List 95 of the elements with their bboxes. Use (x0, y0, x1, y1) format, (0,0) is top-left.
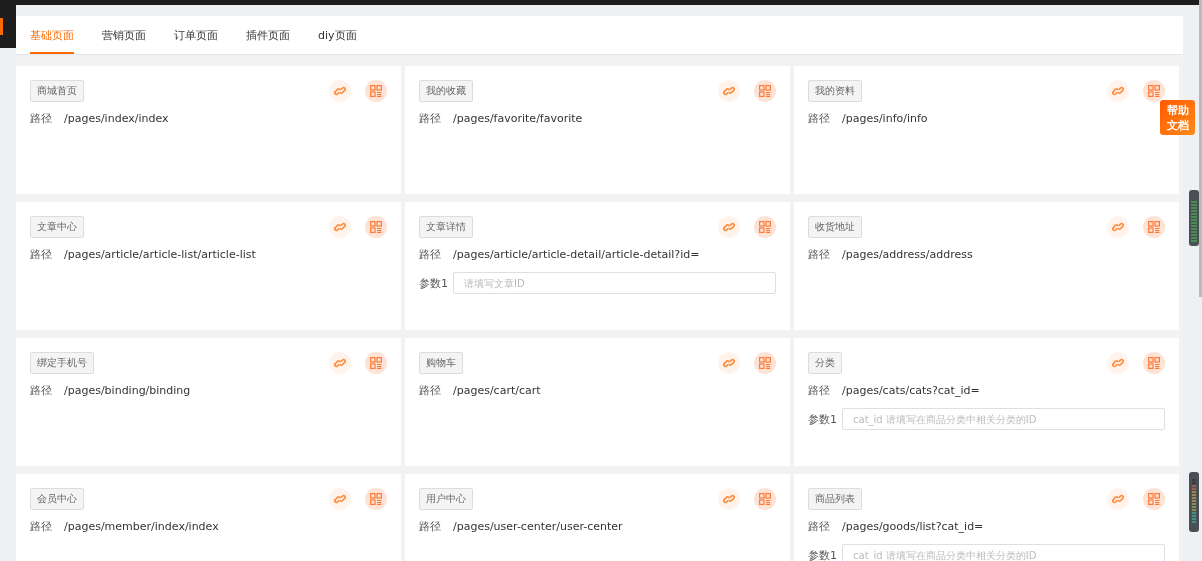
path-text: /pages/binding/binding (64, 383, 191, 397)
tab[interactable]: diy页面 (318, 16, 371, 54)
param-label: 参数1 (419, 275, 449, 291)
page-tag: 会员中心 (30, 488, 84, 510)
page-tag: 商城首页 (30, 80, 84, 102)
path-text: /pages/favorite/favorite (453, 111, 583, 125)
qr-code-icon (1148, 493, 1160, 505)
qr-code-button[interactable] (754, 352, 776, 374)
qr-code-button[interactable] (365, 488, 387, 510)
qr-code-icon (370, 85, 382, 97)
path-label: 路径 (419, 382, 442, 398)
qr-code-icon (370, 357, 382, 369)
scrollbar-thumb[interactable] (1199, 0, 1202, 297)
qr-code-icon (759, 221, 771, 233)
path-text: /pages/user-center/user-center (453, 519, 623, 533)
path-text: /pages/info/info (842, 111, 928, 125)
qr-code-icon (370, 493, 382, 505)
path-text: /pages/cats/cats?cat_id= (842, 383, 980, 397)
path-label: 路径 (30, 110, 53, 126)
page-tag: 分类 (808, 352, 842, 374)
path-text: /pages/article/article-detail/article-detail?id= (453, 247, 700, 261)
link-icon (723, 221, 735, 233)
path-text: /pages/article/article-list/article-list (64, 247, 256, 261)
path-label: 路径 (30, 518, 53, 534)
qr-code-button[interactable] (754, 216, 776, 238)
qr-code-icon (1148, 85, 1160, 97)
link-icon (1112, 493, 1124, 505)
path-text: /pages/member/index/index (64, 519, 219, 533)
path-text: /pages/cart/cart (453, 383, 541, 397)
copy-link-button[interactable] (1107, 352, 1129, 374)
level-meter-icon (1189, 190, 1199, 246)
tab[interactable]: 营销页面 (102, 16, 160, 54)
link-icon (334, 85, 346, 97)
page-tag: 绑定手机号 (30, 352, 94, 374)
copy-link-button[interactable] (718, 352, 740, 374)
path-text: /pages/address/address (842, 247, 973, 261)
copy-link-button[interactable] (329, 488, 351, 510)
link-icon (1112, 357, 1124, 369)
page-tag: 购物车 (419, 352, 463, 374)
qr-code-button[interactable] (1143, 80, 1165, 102)
link-icon (723, 357, 735, 369)
copy-link-button[interactable] (329, 80, 351, 102)
qr-code-button[interactable] (754, 80, 776, 102)
link-icon (334, 221, 346, 233)
tab[interactable]: 插件页面 (246, 16, 304, 54)
qr-code-icon (759, 357, 771, 369)
copy-link-button[interactable] (329, 352, 351, 374)
path-label: 路径 (808, 246, 831, 262)
copy-link-button[interactable] (1107, 80, 1129, 102)
path-label: 路径 (30, 382, 53, 398)
qr-code-icon (759, 85, 771, 97)
link-icon (1112, 221, 1124, 233)
page-tag: 商品列表 (808, 488, 862, 510)
qr-code-button[interactable] (754, 488, 776, 510)
link-icon (723, 85, 735, 97)
tab[interactable]: 订单页面 (174, 16, 232, 54)
copy-link-button[interactable] (329, 216, 351, 238)
copy-link-button[interactable] (718, 216, 740, 238)
page-tag: 文章详情 (419, 216, 473, 238)
path-label: 路径 (808, 382, 831, 398)
path-text: /pages/goods/list?cat_id= (842, 519, 984, 533)
qr-code-button[interactable] (365, 216, 387, 238)
qr-code-button[interactable] (1143, 352, 1165, 374)
link-icon (723, 493, 735, 505)
qr-code-icon (1148, 221, 1160, 233)
qr-code-icon (1148, 357, 1160, 369)
path-label: 路径 (419, 518, 442, 534)
copy-link-button[interactable] (718, 80, 740, 102)
path-label: 路径 (419, 110, 442, 126)
qr-code-button[interactable] (1143, 216, 1165, 238)
param-label: 参数1 (808, 411, 838, 427)
level-meter-icon (1189, 472, 1199, 532)
page-tag: 用户中心 (419, 488, 473, 510)
qr-code-icon (759, 493, 771, 505)
path-text: /pages/index/index (64, 111, 169, 125)
copy-link-button[interactable] (1107, 488, 1129, 510)
path-label: 路径 (808, 518, 831, 534)
path-label: 路径 (419, 246, 442, 262)
link-icon (1112, 85, 1124, 97)
param-label: 参数1 (808, 547, 838, 561)
page-tag: 我的收藏 (419, 80, 473, 102)
active-indicator (0, 18, 3, 35)
qr-code-button[interactable] (365, 80, 387, 102)
page-tag: 我的资料 (808, 80, 862, 102)
qr-code-icon (370, 221, 382, 233)
qr-code-button[interactable] (365, 352, 387, 374)
link-icon (334, 357, 346, 369)
copy-link-button[interactable] (1107, 216, 1129, 238)
qr-code-button[interactable] (1143, 488, 1165, 510)
link-icon (334, 493, 346, 505)
path-label: 路径 (808, 110, 831, 126)
copy-link-button[interactable] (718, 488, 740, 510)
path-label: 路径 (30, 246, 53, 262)
page-tag: 文章中心 (30, 216, 84, 238)
page-tag: 收货地址 (808, 216, 862, 238)
